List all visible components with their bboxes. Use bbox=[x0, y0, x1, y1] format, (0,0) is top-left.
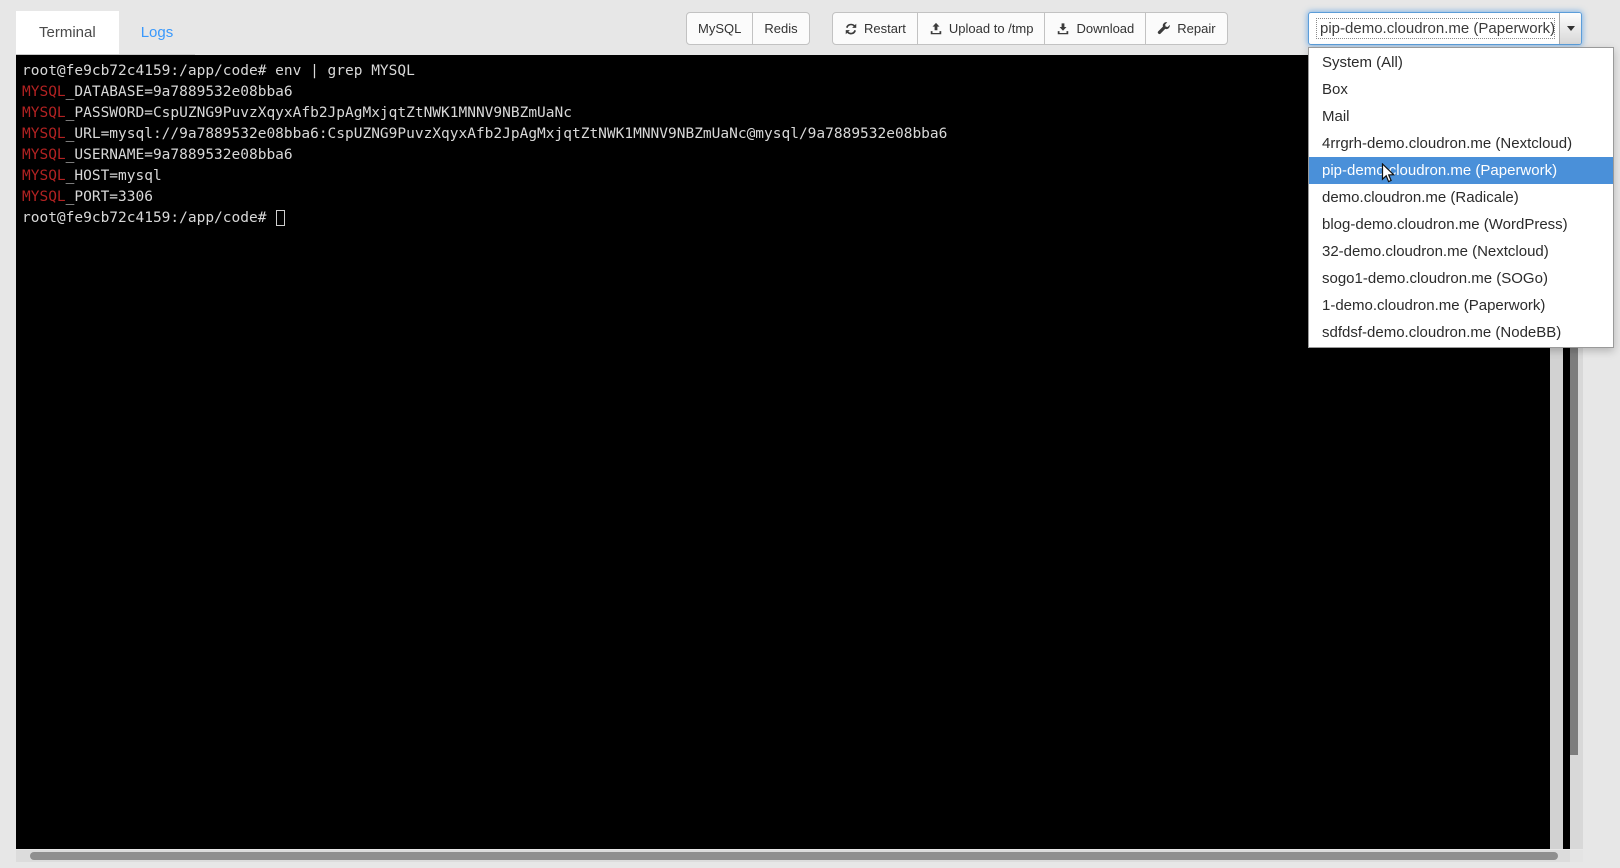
dropdown-option[interactable]: 4rrgrh-demo.cloudron.me (Nextcloud) bbox=[1309, 130, 1613, 157]
dropdown-option[interactable]: System (All) bbox=[1309, 49, 1613, 76]
dropdown-option[interactable]: demo.cloudron.me (Radicale) bbox=[1309, 184, 1613, 211]
upload-button[interactable]: Upload to /tmp bbox=[917, 12, 1046, 45]
app-select[interactable]: pip-demo.cloudron.me (Paperwork) bbox=[1308, 12, 1582, 45]
dropdown-option[interactable]: sdfdsf-demo.cloudron.me (NodeBB) bbox=[1309, 319, 1613, 346]
db-button-group: MySQL Redis bbox=[686, 12, 810, 45]
app-select-dropdown-button[interactable] bbox=[1559, 13, 1581, 44]
repair-icon bbox=[1157, 22, 1171, 36]
chevron-down-icon bbox=[1567, 26, 1575, 35]
mouse-cursor bbox=[1381, 163, 1397, 185]
dropdown-option[interactable]: blog-demo.cloudron.me (WordPress) bbox=[1309, 211, 1613, 238]
tab-terminal[interactable]: Terminal bbox=[16, 11, 119, 54]
mysql-button[interactable]: MySQL bbox=[686, 12, 753, 45]
action-button-group: Restart Upload to /tmp Download Repair bbox=[832, 12, 1228, 45]
dropdown-option[interactable]: 32-demo.cloudron.me (Nextcloud) bbox=[1309, 238, 1613, 265]
upload-icon bbox=[929, 22, 943, 36]
restart-button[interactable]: Restart bbox=[832, 12, 918, 45]
restart-icon bbox=[844, 22, 858, 36]
tab-bar: Terminal Logs bbox=[16, 11, 195, 55]
download-icon bbox=[1056, 22, 1070, 36]
redis-button[interactable]: Redis bbox=[752, 12, 809, 45]
tab-logs[interactable]: Logs bbox=[119, 11, 196, 54]
repair-button[interactable]: Repair bbox=[1145, 12, 1227, 45]
app-select-value: pip-demo.cloudron.me (Paperwork) bbox=[1316, 18, 1555, 39]
dropdown-option[interactable]: Mail bbox=[1309, 103, 1613, 130]
horizontal-scrollbar[interactable] bbox=[16, 850, 1583, 862]
download-button[interactable]: Download bbox=[1044, 12, 1146, 45]
terminal-cursor bbox=[276, 210, 285, 226]
dropdown-option[interactable]: sogo1-demo.cloudron.me (SOGo) bbox=[1309, 265, 1613, 292]
app-dropdown: System (All)BoxMail4rrgrh-demo.cloudron.… bbox=[1308, 47, 1614, 348]
dropdown-option[interactable]: pip-demo.cloudron.me (Paperwork) bbox=[1309, 157, 1613, 184]
scrollbar-corner bbox=[1570, 850, 1583, 862]
horizontal-scrollbar-thumb[interactable] bbox=[30, 852, 1558, 860]
dropdown-option[interactable]: 1-demo.cloudron.me (Paperwork) bbox=[1309, 292, 1613, 319]
dropdown-option[interactable]: Box bbox=[1309, 76, 1613, 103]
